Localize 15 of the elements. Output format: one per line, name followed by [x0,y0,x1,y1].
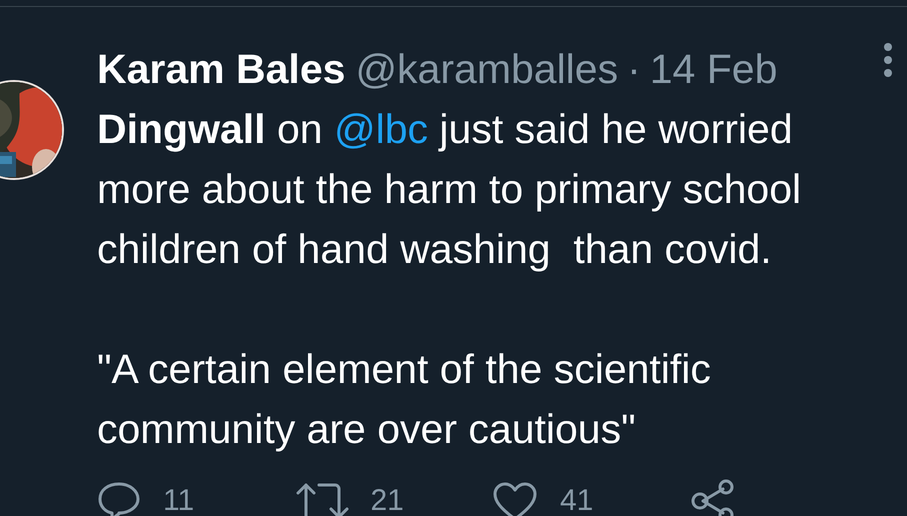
more-options-icon[interactable] [883,42,893,78]
tweet-text: Dingwall on @lbc just said he worried more about the harm to primary school children of hand washing than covid. [97,105,802,274]
author-name[interactable]: Karam Bales [97,39,346,99]
reply-icon[interactable] [97,481,141,516]
retweet-icon[interactable] [294,481,348,516]
heart-icon[interactable] [492,481,538,516]
mention-link[interactable]: @lbc [334,106,428,152]
action-count: 41 [560,484,594,516]
action-count: 21 [370,484,404,516]
share-icon[interactable] [690,479,736,516]
quoted-statement: "A certain element of the scientific community are over cautious" [97,345,712,454]
tweet-date: 14 Feb [650,45,778,94]
separator-dot: · [627,45,641,94]
action-count: 11 [163,484,194,516]
author-handle[interactable]: @karamballes [355,39,618,99]
